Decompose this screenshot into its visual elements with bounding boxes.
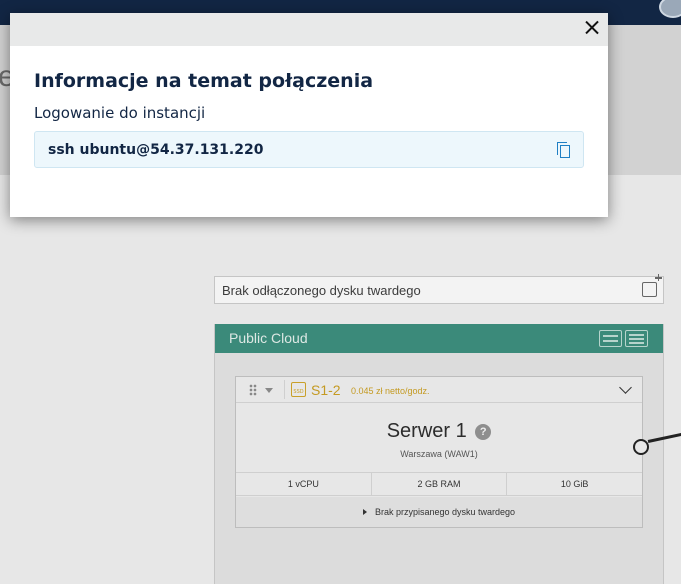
caret-down-icon[interactable] [265, 388, 273, 393]
user-avatar[interactable] [659, 0, 681, 18]
plan-name: S1-2 [311, 382, 341, 398]
compact-view-icon[interactable] [625, 330, 648, 347]
plan-price: 0.045 zł netto/godz. [351, 386, 430, 396]
caret-right-icon [362, 509, 367, 515]
modal-header [10, 13, 608, 46]
modal-subtitle: Logowanie do instancji [34, 104, 206, 122]
panel-title: Public Cloud [229, 330, 308, 346]
ssd-icon: SSD [291, 382, 306, 397]
drag-handle-icon[interactable] [249, 384, 257, 396]
connection-info-modal: Informacje na temat połączenia Logowanie… [10, 13, 608, 217]
list-view-icon[interactable] [599, 330, 622, 347]
detached-disk-bar[interactable]: Brak odłączonego dysku twardego [214, 274, 664, 304]
detached-disk-label: Brak odłączonego dysku twardego [222, 282, 421, 298]
spec-cpu: 1 vCPU [236, 473, 372, 495]
close-icon[interactable] [585, 20, 599, 34]
server-name: Serwer 1 [386, 420, 467, 442]
chevron-down-icon[interactable] [619, 381, 632, 394]
help-icon[interactable]: ? [475, 424, 492, 440]
server-location: Warszawa (WAW1) [400, 449, 478, 459]
spec-ram: 2 GB RAM [372, 473, 508, 495]
add-disk-icon[interactable] [642, 274, 662, 297]
server-specs: 1 vCPU 2 GB RAM 10 GiB [236, 472, 642, 496]
ssh-command-box[interactable]: ssh ubuntu@54.37.131.220 [34, 131, 584, 168]
ssh-command[interactable]: ssh ubuntu@54.37.131.220 [48, 142, 263, 158]
spec-disk: 10 GiB [560, 479, 589, 489]
public-cloud-panel: Public Cloud SSD S1-2 0.045 zł netto/god… [214, 324, 664, 584]
attached-disk-row[interactable]: Brak przypisanego dysku twardego [236, 497, 642, 527]
server-card[interactable]: SSD S1-2 0.045 zł netto/godz. Serwer 1 ?… [235, 376, 643, 528]
panel-header: Public Cloud [215, 324, 663, 353]
server-title: Serwer 1 ? [236, 420, 642, 443]
network-connector-node[interactable] [633, 439, 649, 455]
modal-title: Informacje na temat połączenia [34, 70, 374, 92]
divider [284, 380, 285, 399]
copy-icon[interactable] [557, 142, 570, 158]
attached-disk-label: Brak przypisanego dysku twardego [374, 507, 516, 517]
server-card-header: SSD S1-2 0.045 zł netto/godz. [236, 377, 642, 403]
